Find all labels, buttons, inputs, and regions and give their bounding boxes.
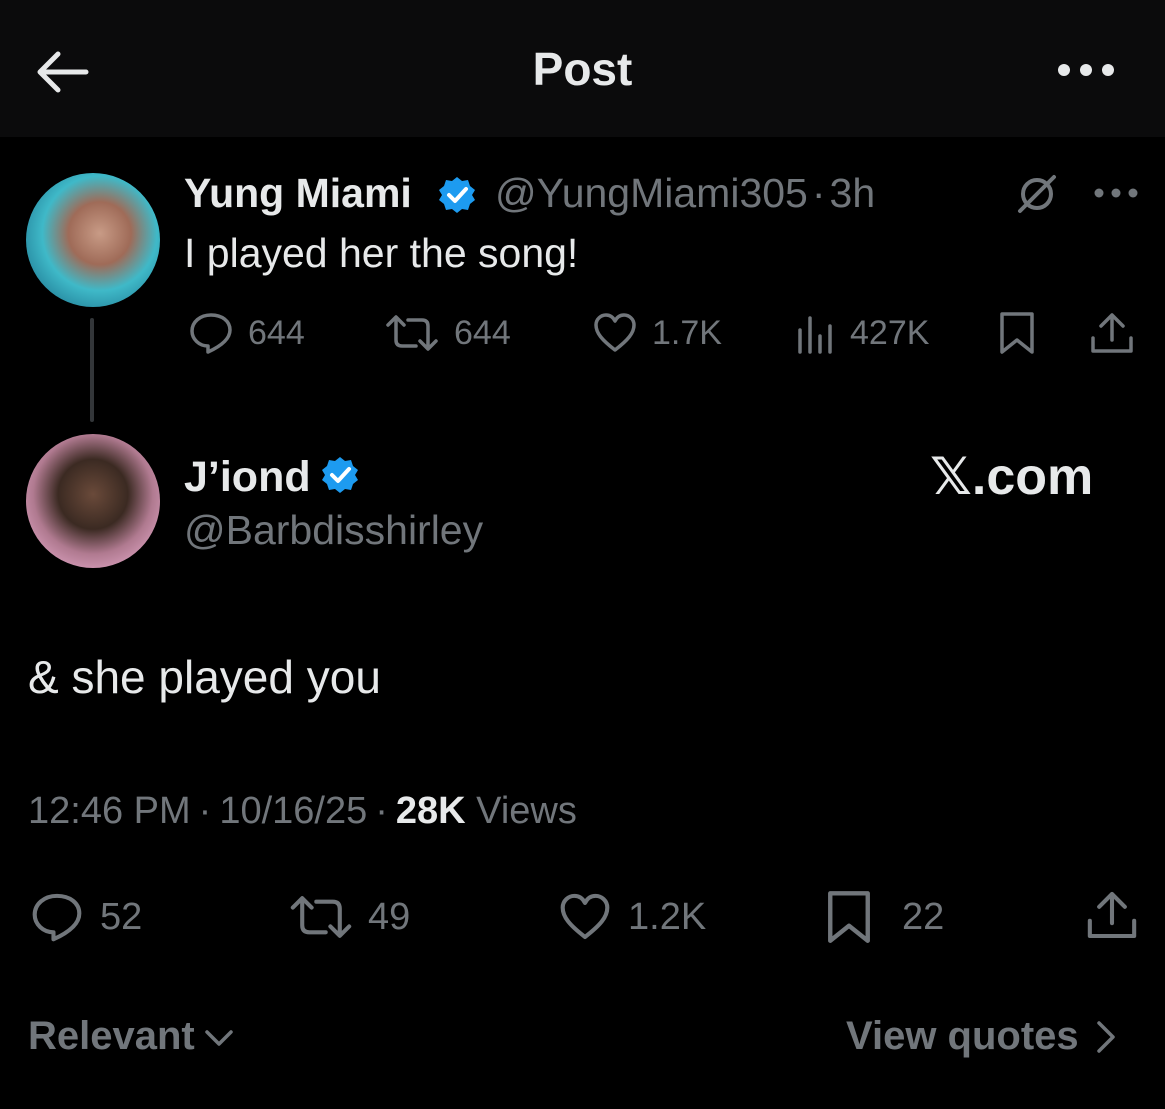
avatar[interactable]	[26, 173, 160, 307]
views-count: 427K	[850, 313, 930, 352]
views-button[interactable]: 427K	[796, 310, 929, 356]
post-metadata: 12:46 PM · 10/16/25 · 28K Views	[28, 790, 577, 833]
separator-dot: ·	[198, 790, 212, 832]
author-name[interactable]: J’iond	[184, 453, 311, 502]
post-date: 10/16/25	[219, 790, 368, 832]
heart-icon	[594, 313, 636, 352]
separator-dot: ·	[811, 170, 826, 216]
analytics-icon	[798, 316, 832, 354]
repost-button[interactable]: 49	[288, 890, 410, 944]
bookmark-icon[interactable]	[997, 310, 1037, 356]
view-quotes-link[interactable]: View quotes	[846, 1014, 1123, 1059]
post-text: & she played you	[28, 651, 381, 703]
sort-label: Relevant	[28, 1014, 195, 1058]
verified-badge-icon	[322, 457, 358, 493]
repost-count: 49	[368, 895, 411, 938]
share-icon[interactable]	[1084, 888, 1140, 942]
grok-icon[interactable]	[1014, 171, 1060, 217]
repost-icon	[386, 315, 438, 351]
avatar[interactable]	[26, 434, 160, 568]
like-count: 1.2K	[628, 895, 707, 938]
chevron-down-icon	[205, 1029, 233, 1046]
reply-icon	[190, 313, 232, 354]
xcom-watermark: 𝕏.com	[930, 448, 1094, 506]
sort-dropdown[interactable]: Relevant	[28, 1014, 237, 1059]
bookmark-icon	[828, 891, 870, 943]
reply-button[interactable]: 52	[28, 890, 142, 944]
like-button[interactable]: 1.7K	[592, 310, 722, 356]
share-icon[interactable]	[1088, 310, 1136, 356]
post-time[interactable]: 3h	[830, 170, 876, 216]
like-count: 1.7K	[652, 313, 722, 352]
views-label[interactable]: Views	[476, 790, 577, 832]
like-button[interactable]: 1.2K	[556, 890, 706, 944]
reply-count: 644	[248, 313, 305, 352]
reply-count: 52	[100, 895, 143, 938]
post-time: 12:46 PM	[28, 790, 191, 832]
bookmark-button[interactable]: 22	[824, 888, 944, 946]
repost-button[interactable]: 644	[384, 310, 511, 356]
bookmark-count: 22	[902, 895, 945, 938]
author-name[interactable]: Yung Miami	[184, 170, 412, 217]
more-horizontal-icon[interactable]	[1056, 60, 1116, 80]
reply-button[interactable]: 644	[188, 310, 305, 356]
page-title: Post	[532, 43, 633, 95]
heart-icon	[560, 893, 610, 940]
separator-dot: ·	[375, 790, 388, 832]
thread-connector-line	[90, 318, 94, 422]
author-handle[interactable]: @Barbdisshirley	[184, 507, 483, 554]
top-bar: Post	[0, 0, 1165, 137]
post-text: I played her the song!	[184, 230, 579, 276]
reply-icon	[32, 893, 82, 942]
more-options-icon[interactable]	[1093, 186, 1139, 200]
repost-count: 644	[454, 313, 511, 352]
author-handle[interactable]: @YungMiami305	[495, 170, 808, 216]
verified-badge-icon	[439, 177, 475, 213]
chevron-right-icon	[1096, 1020, 1115, 1053]
repost-icon	[290, 896, 352, 938]
view-quotes-label: View quotes	[846, 1014, 1079, 1058]
views-count[interactable]: 28K	[396, 790, 466, 832]
